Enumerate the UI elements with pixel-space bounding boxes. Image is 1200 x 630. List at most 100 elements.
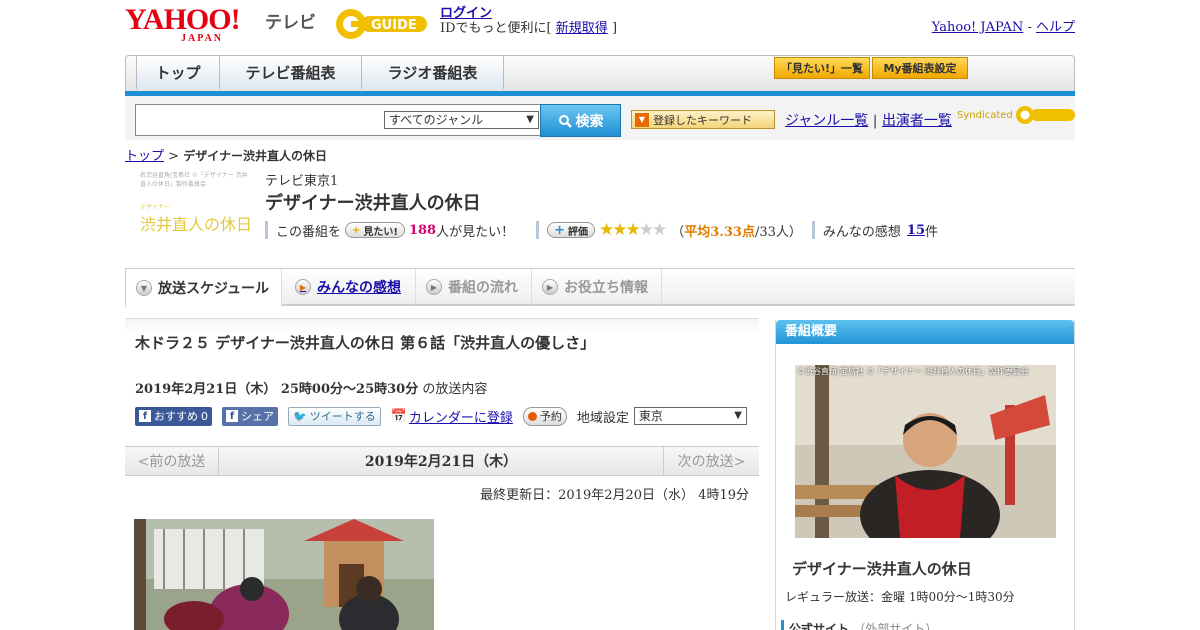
tab-useful-info-label: お役立ち情報 <box>564 280 648 296</box>
top-right-links: Yahoo! JAPAN - ヘルプ <box>932 16 1075 35</box>
play-icon: ▶ <box>426 279 442 295</box>
nav-tab-tv-schedule[interactable]: テレビ番組表 <box>220 56 362 89</box>
reserve-button[interactable]: 予約 <box>522 406 567 426</box>
tab-reviews[interactable]: ▶ みんなの感想 <box>285 269 416 305</box>
cast-list-link[interactable]: 出演者一覧 <box>882 113 952 129</box>
program-stats: この番組を + 見たい! 188 人が見たい！ + 評価 ★★★★★ （ 平均3.3… <box>265 220 938 240</box>
mitai-list-button[interactable]: 「見たい!」一覧 <box>774 57 870 79</box>
stats-divider <box>265 221 268 239</box>
region-select[interactable]: 東京 ▼ <box>633 407 747 425</box>
my-schedule-button[interactable]: My番組表設定 <box>872 57 968 79</box>
yahoo-japan-link[interactable]: Yahoo! JAPAN <box>932 20 1024 35</box>
chevron-down-icon: ▼ <box>136 280 152 296</box>
episode-date-suffix: の放送内容 <box>422 382 488 397</box>
rating-count: /33人） <box>754 224 802 240</box>
chevron-down-icon: ▼ <box>734 410 742 421</box>
star-empty-icon: ★ <box>652 220 667 240</box>
last-updated: 最終更新日：2019年2月20日（水） 4時19分 <box>480 488 749 503</box>
fb-recommend-label: おすすめ <box>154 410 198 423</box>
next-broadcast-link[interactable]: 次の放送> <box>663 447 759 475</box>
current-broadcast-date: 2019年2月21日（木） <box>364 454 518 470</box>
tab-reviews-label: みんなの感想 <box>317 280 401 296</box>
registered-keyword-button[interactable]: ▼ 登録したキーワード <box>631 110 775 129</box>
genre-select[interactable]: すべてのジャンル ▼ <box>384 111 539 129</box>
sidebar-program-title: デザイナー渋井直人の休日 <box>792 560 972 578</box>
facebook-icon: f <box>139 410 151 422</box>
triangle-down-icon: ▼ <box>635 112 649 127</box>
broadcast-date-nav: <前の放送 2019年2月21日（木） 次の放送> <box>125 446 759 476</box>
search-bar: すべてのジャンル ▼ 検索 ▼ 登録したキーワード ジャンル一覧 | 出演者一覧… <box>125 96 1075 140</box>
twitter-bird-icon: 🐦 <box>293 409 307 423</box>
region-select-value: 東京 <box>638 409 663 423</box>
review-count-link[interactable]: 15 <box>907 223 925 238</box>
tv-logo[interactable]: テレビ <box>265 8 316 33</box>
gguide-logo[interactable]: GUIDE <box>335 6 431 42</box>
tab-useful-info: ▶ お役立ち情報 <box>532 269 662 305</box>
program-thumbnail: 名渋谷直角/宝島社 ©「デザイナー 渋井直人の休日」製作委員会 デザイナー 渋井… <box>140 170 252 234</box>
genre-select-value: すべてのジャンル <box>389 113 484 127</box>
calendar-register-link[interactable]: カレンダーに登録 <box>409 407 513 426</box>
fb-share-label: シェア <box>241 410 274 423</box>
stats-divider <box>536 221 540 239</box>
calendar-icon: 📅 <box>390 408 407 424</box>
link-separator: - <box>1023 20 1036 35</box>
program-photo-image <box>795 365 1056 538</box>
tweet-button[interactable]: 🐦 ツイートする <box>288 406 381 426</box>
chevron-down-icon: ▼ <box>526 114 534 125</box>
tab-schedule-label: 放送スケジュール <box>158 281 270 297</box>
search-button-label: 検索 <box>575 113 604 130</box>
rating-button-label: 評価 <box>568 226 589 238</box>
record-dot-icon <box>527 411 537 421</box>
reserve-label: 予約 <box>539 410 562 423</box>
site-header: YAHOO! JAPAN テレビ GUIDE ログイン IDでもっと便利に[ 新… <box>125 4 1075 52</box>
login-box: ログイン IDでもっと便利に[ 新規取得 ] <box>440 6 617 36</box>
program-overview-sidebar: 番組概要 ©渋谷直角/宝島社 ©「デザイナー 渋井直人の休日」製作委員会 デザイ… <box>775 320 1075 630</box>
breadcrumb: トップ > デザイナー渋井直人の休日 <box>125 145 327 164</box>
syndicated-text: Syndicated <box>957 109 1013 121</box>
help-link[interactable]: ヘルプ <box>1036 20 1075 35</box>
channel-name: テレビ東京1 <box>265 174 339 189</box>
search-icon <box>558 114 572 128</box>
login-suffix: ] <box>611 21 618 36</box>
mitai-button-label: 見たい! <box>363 226 398 238</box>
rating-open: （ <box>671 224 685 240</box>
episode-date: 2019年2月21日（木） 25時00分～25時30分 の放送内容 <box>135 378 487 397</box>
genre-list-link[interactable]: ジャンル一覧 <box>785 113 868 129</box>
genre-links-divider: | <box>872 113 878 129</box>
social-row: f おすすめ 0 f シェア 🐦 ツイートする 📅 カレンダーに登録 予約 地域設定 東… <box>135 406 747 426</box>
tab-program-flow: ▶ 番組の流れ <box>416 269 532 305</box>
breadcrumb-top-link[interactable]: トップ <box>125 149 164 164</box>
facebook-icon: f <box>226 410 238 422</box>
mitai-prefix: この番組を <box>276 224 342 240</box>
rating-button[interactable]: + 評価 <box>547 222 596 238</box>
nav-tab-radio-schedule[interactable]: ラジオ番組表 <box>362 56 504 89</box>
login-prefix: IDでもっと便利に[ <box>440 21 552 36</box>
program-tabs: ▼ 放送スケジュール ▶ みんなの感想 ▶ 番組の流れ ▶ お役立ち情報 <box>125 268 1075 307</box>
tab-program-flow-label: 番組の流れ <box>448 280 518 296</box>
genre-links: ジャンル一覧 | 出演者一覧 <box>785 110 952 130</box>
tab-schedule[interactable]: ▼ 放送スケジュール <box>125 269 282 307</box>
fb-recommend-count: 0 <box>201 409 208 423</box>
star-icon: ★ <box>599 220 614 240</box>
facebook-share-button[interactable]: f シェア <box>222 406 278 426</box>
register-link[interactable]: 新規取得 <box>556 21 608 36</box>
search-button[interactable]: 検索 <box>540 104 621 137</box>
yahoo-logo[interactable]: YAHOO! JAPAN <box>125 5 241 44</box>
star-icon: ★ <box>625 220 641 240</box>
plus-icon: + <box>554 222 566 238</box>
mitai-button[interactable]: + 見たい! <box>345 222 405 238</box>
facebook-recommend-button[interactable]: f おすすめ 0 <box>135 406 212 426</box>
review-suffix: 件 <box>925 224 939 240</box>
previous-broadcast-link[interactable]: <前の放送 <box>125 447 219 475</box>
episode-datetime: 2019年2月21日（木） 25時00分～25時30分 <box>135 382 419 397</box>
star-icon: ★ <box>612 220 627 240</box>
mitai-suffix: 人が見たい！ <box>436 224 515 240</box>
breadcrumb-current: デザイナー渋井直人の休日 <box>183 149 327 163</box>
official-site-label: 公式サイト <box>789 622 850 630</box>
nav-tab-top[interactable]: トップ <box>136 56 220 89</box>
mitai-count: 188 <box>408 222 437 238</box>
sidebar-heading: 番組概要 <box>776 320 1074 344</box>
play-icon: ▶ <box>295 279 311 295</box>
program-main-photo: ©渋谷直角/宝島社 ©「デザイナー 渋井直人の休日」製作委員会 <box>795 365 1056 538</box>
login-link[interactable]: ログイン <box>440 6 492 21</box>
